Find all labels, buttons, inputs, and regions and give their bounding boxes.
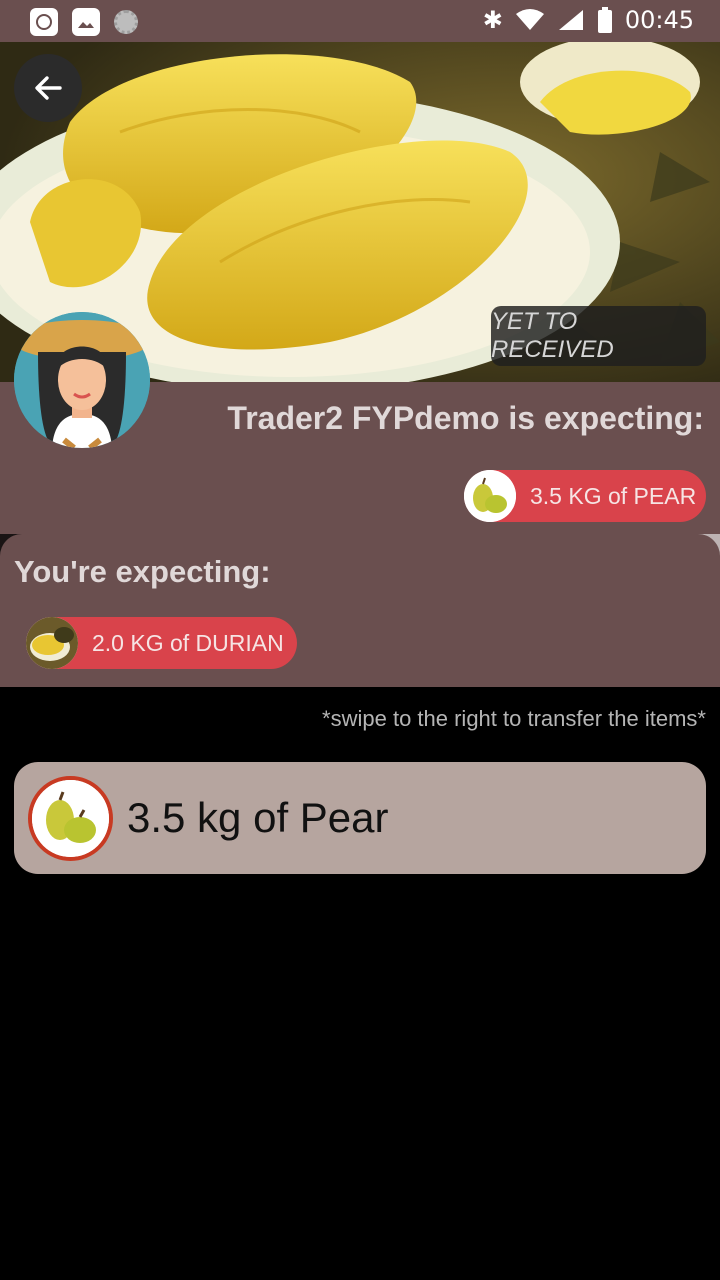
my-item-chip-label: 2.0 KG of DURIAN (92, 629, 284, 656)
battery-icon (597, 7, 612, 33)
status-badge: YET TO RECEIVED (491, 306, 706, 366)
trader-expecting-title: Trader2 FYPdemo is expecting: (227, 400, 704, 436)
swipe-transfer-card[interactable]: 3.5 kg of Pear (14, 762, 706, 874)
status-bar: ✱ 00:45 (0, 0, 720, 42)
arrow-left-icon (35, 76, 62, 100)
wifi-icon (515, 9, 544, 30)
sync-icon (114, 10, 138, 34)
status-badge-label: YET TO RECEIVED (491, 308, 614, 363)
system-status: ✱ 00:45 (483, 6, 694, 34)
pear-icon (28, 776, 113, 861)
notification-icons (30, 8, 138, 36)
bluetooth-icon: ✱ (482, 6, 503, 34)
signal-icon (558, 10, 583, 30)
pear-icon (464, 470, 516, 522)
mi-app-icon (30, 8, 58, 36)
durian-icon (26, 617, 78, 669)
trader-item-chip-label: 3.5 KG of PEAR (530, 482, 697, 509)
swipe-hint: *swipe to the right to transfer the item… (322, 706, 706, 731)
clock: 00:45 (624, 6, 694, 34)
item-label: 3.5 kg of Pear (127, 794, 389, 841)
avatar (14, 312, 150, 448)
my-item-chip[interactable]: 2.0 KG of DURIAN (26, 617, 297, 669)
trader-item-chip[interactable]: 3.5 KG of PEAR (464, 470, 706, 522)
gallery-icon (72, 8, 100, 36)
my-expecting-title: You're expecting: (14, 554, 271, 589)
back-button[interactable] (14, 54, 82, 122)
